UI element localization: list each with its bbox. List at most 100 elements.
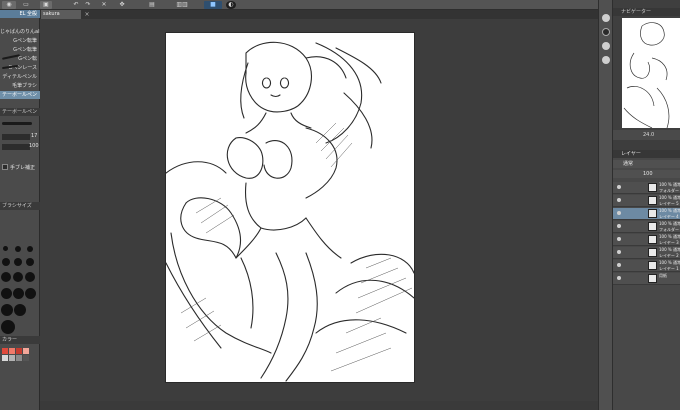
layer-opacity[interactable]: 100	[613, 170, 680, 178]
brush-size-header: ブラシサイズ	[0, 202, 40, 210]
color-wheel-icon[interactable]	[602, 28, 610, 36]
layer-name: レイヤー 4	[659, 214, 679, 219]
tool-group-header[interactable]: EL 全般	[0, 10, 40, 18]
transform-icon[interactable]: ✥	[118, 1, 126, 9]
redo-icon[interactable]: ↷	[84, 1, 92, 9]
layer-row[interactable]: 100 % 通常 レイヤー 3	[613, 234, 680, 246]
layer-thumbnail	[648, 261, 657, 270]
close-tab-icon[interactable]: ×	[83, 10, 91, 19]
color-swatch[interactable]	[16, 355, 22, 361]
layer-label: 100 % 通常 レイヤー 2	[659, 247, 680, 259]
clear-icon[interactable]: ✕	[100, 1, 108, 9]
canvas-icon[interactable]: ▭	[20, 1, 32, 9]
brush-preview-stroke	[2, 122, 32, 125]
save-icon[interactable]: ▣	[40, 1, 52, 9]
brush-size-preset[interactable]	[13, 272, 23, 282]
size-value: 17	[31, 133, 38, 139]
zoom-value: 24.0	[643, 132, 655, 138]
sub-view-icon[interactable]	[602, 42, 610, 50]
stabilizer-label: 手ブレ補正	[10, 165, 36, 171]
brush-size-preset[interactable]	[13, 288, 24, 299]
layer-property-icon[interactable]	[602, 14, 610, 22]
undo-icon[interactable]: ↶	[72, 1, 80, 9]
opacity-slider[interactable]	[2, 144, 30, 150]
eye-icon[interactable]	[617, 185, 621, 189]
navigator-preview-drawing	[623, 22, 670, 128]
layer-row[interactable]: 100 % 通常 レイヤー 2	[613, 247, 680, 259]
color-swatch[interactable]	[2, 348, 8, 354]
snap-icon[interactable]: ▥▥	[172, 1, 192, 9]
brush-size-preset[interactable]	[25, 288, 36, 299]
document-tab[interactable]: sakura	[41, 10, 81, 19]
color-swatch[interactable]	[23, 355, 29, 361]
layer-label: 100 % 通常 レイヤー 1	[659, 260, 680, 272]
eye-icon[interactable]	[617, 276, 621, 280]
layer-row[interactable]: 100 % 通常 レイヤー 4	[613, 208, 680, 220]
water-drop-icon[interactable]	[602, 56, 610, 64]
color-icon[interactable]: ■	[204, 1, 222, 9]
brush-size-preset[interactable]	[15, 246, 21, 252]
eye-icon[interactable]	[617, 263, 621, 267]
layer-name: レイヤー 1	[659, 266, 679, 271]
brush-size-preset[interactable]	[3, 246, 8, 251]
view-icon[interactable]: ◉	[2, 1, 16, 9]
navigator-zoom[interactable]: 24.0	[613, 130, 680, 140]
brush-size-preset[interactable]	[25, 272, 35, 282]
color-swatch[interactable]	[9, 348, 15, 354]
brush-item[interactable]: Gペン転筆	[0, 46, 40, 54]
brush-item[interactable]: じゃばんのりんalie	[0, 28, 40, 36]
brush-size-preset[interactable]	[14, 304, 26, 316]
navigator-title: ナビゲーター	[621, 9, 652, 15]
eye-icon[interactable]	[617, 250, 621, 254]
layer-row[interactable]: 100 % 通常フォルダー 1	[613, 221, 680, 233]
layer-label: 100 % 通常 レイヤー 5	[659, 195, 680, 207]
color-swatch[interactable]	[2, 355, 8, 361]
opacity-value: 100	[29, 143, 39, 149]
brush-size-preset[interactable]	[1, 272, 11, 282]
eye-icon[interactable]	[617, 198, 621, 202]
layer-row[interactable]: 100 % 通常フォルダー 1	[613, 182, 680, 194]
navigator-thumbnail[interactable]	[622, 18, 680, 128]
layer-row[interactable]: 100 % 通常 レイヤー 5	[613, 195, 680, 207]
help-icon[interactable]: ◐	[226, 1, 236, 9]
blend-mode-select[interactable]: 通常	[613, 160, 680, 168]
brush-item[interactable]: 毛筆ブラシ	[0, 82, 40, 90]
brush-item[interactable]: ディテルペンル	[0, 73, 40, 81]
layer-label: 用紙	[659, 273, 667, 279]
brush-size-preset[interactable]	[1, 320, 15, 334]
stabilizer-checkbox[interactable]	[2, 164, 8, 170]
layer-thumbnail	[648, 196, 657, 205]
brush-size-preset[interactable]	[1, 304, 13, 316]
brush-size-preset[interactable]	[27, 246, 33, 252]
color-swatch[interactable]	[23, 348, 29, 354]
brush-item[interactable]: Gペン転筆	[0, 37, 40, 45]
color-swatch-grid	[0, 346, 40, 396]
brush-size-preset[interactable]	[1, 288, 12, 299]
size-slider[interactable]	[2, 134, 30, 140]
layer-thumbnail	[648, 274, 657, 283]
navigator-header: ナビゲーター	[613, 8, 680, 16]
brush-size-preset[interactable]	[14, 258, 22, 266]
layer-row[interactable]: 100 % 通常 レイヤー 1	[613, 260, 680, 272]
brush-size-preset[interactable]	[2, 258, 10, 266]
sketch-drawing	[165, 41, 415, 382]
layer-name: レイヤー 3	[659, 240, 679, 245]
layer-label: 100 % 通常フォルダー 1	[659, 221, 680, 233]
layer-name: 用紙	[659, 273, 667, 278]
layer-label: 100 % 通常フォルダー 1	[659, 182, 680, 194]
sub-tool-detail-header: テーボールペン	[0, 108, 40, 116]
color-swatch[interactable]	[9, 355, 15, 361]
eye-icon[interactable]	[617, 211, 621, 215]
brush-item-selected[interactable]: テーボールペン	[0, 91, 40, 99]
eye-icon[interactable]	[617, 237, 621, 241]
color-header: カラー	[0, 336, 40, 344]
canvas-paper[interactable]	[165, 33, 415, 382]
color-swatch[interactable]	[16, 348, 22, 354]
sub-tool-panel: EL 全般 じゃばんのりんalie Gペン転筆 Gペン転筆 Gペン転 Gペンレー…	[0, 10, 40, 410]
eye-icon[interactable]	[617, 224, 621, 228]
ruler-icon[interactable]: ▤	[148, 1, 156, 9]
layer-name: フォルダー 1	[659, 227, 680, 232]
layer-thumbnail	[648, 235, 657, 244]
brush-size-preset[interactable]	[26, 258, 34, 266]
layer-row[interactable]: 用紙	[613, 273, 680, 285]
